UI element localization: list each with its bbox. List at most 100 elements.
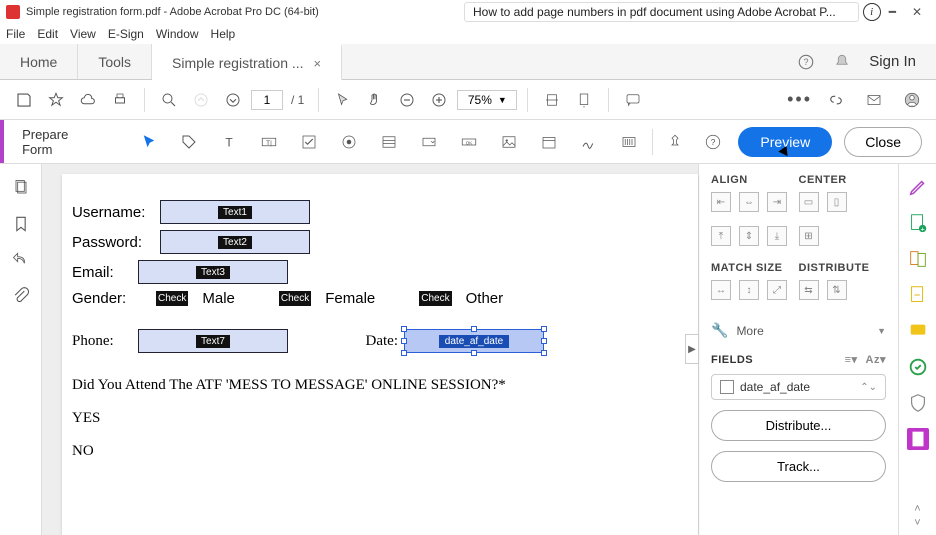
comment-icon[interactable] xyxy=(619,86,647,114)
document-page[interactable]: Username: Text1 Password: Text2 Email: T… xyxy=(62,174,698,535)
more-tools-icon[interactable]: ••• xyxy=(787,89,812,110)
distribute-button[interactable]: Distribute... xyxy=(711,410,886,441)
date-field-selected[interactable]: date_af_date xyxy=(404,329,544,353)
pointer-icon[interactable] xyxy=(329,86,357,114)
dropdown-tool-icon[interactable] xyxy=(416,129,442,155)
field-list-item[interactable]: date_af_date ⌃⌄ xyxy=(711,374,886,400)
pin-icon[interactable] xyxy=(662,129,688,155)
distribute-v-icon[interactable]: ⇅ xyxy=(827,280,847,300)
signature-tool-icon[interactable] xyxy=(576,129,602,155)
page-up-icon[interactable] xyxy=(187,86,215,114)
close-tab-icon[interactable]: × xyxy=(314,56,322,71)
more-label[interactable]: More xyxy=(736,324,763,338)
link-icon[interactable] xyxy=(822,86,850,114)
text-tool-icon[interactable]: T xyxy=(216,129,242,155)
menu-window[interactable]: Window xyxy=(156,27,199,41)
align-right-icon[interactable]: ⇥ xyxy=(767,192,787,212)
date-tool-icon[interactable] xyxy=(536,129,562,155)
hand-icon[interactable] xyxy=(361,86,389,114)
radio-tool-icon[interactable] xyxy=(336,129,362,155)
mail-icon[interactable] xyxy=(860,86,888,114)
protect-icon[interactable] xyxy=(907,392,929,414)
star-icon[interactable] xyxy=(42,86,70,114)
center-v-icon[interactable]: ▯ xyxy=(827,192,847,212)
thumbnails-icon[interactable] xyxy=(11,178,31,198)
edit-tool-icon[interactable] xyxy=(907,176,929,198)
page-down-icon[interactable] xyxy=(219,86,247,114)
profile-icon[interactable] xyxy=(898,86,926,114)
align-hcenter-icon[interactable]: ⇔ xyxy=(739,192,759,212)
export-pdf-icon[interactable] xyxy=(907,248,929,270)
center-both-icon[interactable]: ⊞ xyxy=(799,226,819,246)
rail-up-icon[interactable]: ˄ xyxy=(914,503,920,515)
phone-field[interactable]: Text7 xyxy=(138,329,288,353)
bookmark-icon[interactable] xyxy=(11,214,31,234)
image-tool-icon[interactable] xyxy=(496,129,522,155)
username-field[interactable]: Text1 xyxy=(160,200,310,224)
center-h-icon[interactable]: ▭ xyxy=(799,192,819,212)
attachment-icon[interactable] xyxy=(11,286,31,306)
match-width-icon[interactable]: ↔ xyxy=(711,280,731,300)
align-vcenter-icon[interactable]: ⇕ xyxy=(739,226,759,246)
tag-tool-icon[interactable] xyxy=(176,129,202,155)
info-icon[interactable]: i xyxy=(863,3,881,21)
revert-icon[interactable] xyxy=(11,250,31,270)
cloud-icon[interactable] xyxy=(74,86,102,114)
more-dropdown-icon[interactable]: ▼ xyxy=(877,326,886,336)
help-prep-icon[interactable]: ? xyxy=(700,129,726,155)
help-icon[interactable]: ? xyxy=(797,53,815,71)
align-top-icon[interactable]: ⤒ xyxy=(711,226,731,246)
rail-down-icon[interactable]: ˅ xyxy=(914,517,920,529)
zoom-out-icon[interactable] xyxy=(393,86,421,114)
email-field[interactable]: Text3 xyxy=(138,260,288,284)
match-both-icon[interactable]: ⤢ xyxy=(767,280,787,300)
zoom-in-icon[interactable] xyxy=(425,86,453,114)
organize-icon[interactable] xyxy=(907,284,929,306)
zoom-out-mag-icon[interactable] xyxy=(155,86,183,114)
create-pdf-icon[interactable]: + xyxy=(907,212,929,234)
menu-help[interactable]: Help xyxy=(211,27,236,41)
checkbox-tool-icon[interactable] xyxy=(296,129,322,155)
bell-icon[interactable] xyxy=(833,53,851,71)
text-field-tool-icon[interactable]: T| xyxy=(256,129,282,155)
tab-document[interactable]: Simple registration ...× xyxy=(152,44,342,80)
list-tool-icon[interactable] xyxy=(376,129,402,155)
preview-button[interactable]: Preview xyxy=(738,127,832,157)
sort-az-icon[interactable]: Aᴢ▾ xyxy=(866,353,886,366)
menu-view[interactable]: View xyxy=(70,27,96,41)
menu-edit[interactable]: Edit xyxy=(37,27,58,41)
fit-width-icon[interactable] xyxy=(538,86,566,114)
expand-right-icon[interactable]: ▶ xyxy=(685,334,699,364)
align-bottom-icon[interactable]: ⤓ xyxy=(767,226,787,246)
close-button[interactable]: Close xyxy=(844,127,922,157)
zoom-select[interactable]: 75%▼ xyxy=(457,90,517,110)
select-tool-icon[interactable] xyxy=(136,129,162,155)
distribute-h-icon[interactable]: ⇆ xyxy=(799,280,819,300)
button-tool-icon[interactable]: OK xyxy=(456,129,482,155)
tab-home[interactable]: Home xyxy=(0,44,78,79)
menu-file[interactable]: File xyxy=(6,27,25,41)
align-left-icon[interactable]: ⇤ xyxy=(711,192,731,212)
password-field[interactable]: Text2 xyxy=(160,230,310,254)
track-button[interactable]: Track... xyxy=(711,451,886,482)
tab-tools[interactable]: Tools xyxy=(78,44,152,79)
other-checkbox-field[interactable]: Check xyxy=(419,291,451,306)
field-item-chevron-icon[interactable]: ⌃⌄ xyxy=(860,382,877,393)
combine-icon[interactable] xyxy=(907,356,929,378)
save-icon[interactable] xyxy=(10,86,38,114)
page-number-input[interactable] xyxy=(251,90,283,110)
close-window-button[interactable]: ✕ xyxy=(912,5,922,19)
sign-in-link[interactable]: Sign In xyxy=(869,53,916,70)
barcode-tool-icon[interactable] xyxy=(616,129,642,155)
prepare-form-tool-icon[interactable] xyxy=(907,428,929,450)
match-height-icon[interactable]: ↕ xyxy=(739,280,759,300)
notification-banner[interactable]: How to add page numbers in pdf document … xyxy=(464,2,859,22)
male-checkbox-field[interactable]: Check xyxy=(156,291,188,306)
menu-esign[interactable]: E-Sign xyxy=(108,27,144,41)
female-checkbox-field[interactable]: Check xyxy=(279,291,311,306)
minimize-button[interactable]: ━ xyxy=(889,5,896,19)
comment-tool-icon[interactable] xyxy=(907,320,929,342)
sort-icon[interactable]: ≡▾ xyxy=(845,353,858,366)
fit-page-icon[interactable] xyxy=(570,86,598,114)
print-icon[interactable] xyxy=(106,86,134,114)
